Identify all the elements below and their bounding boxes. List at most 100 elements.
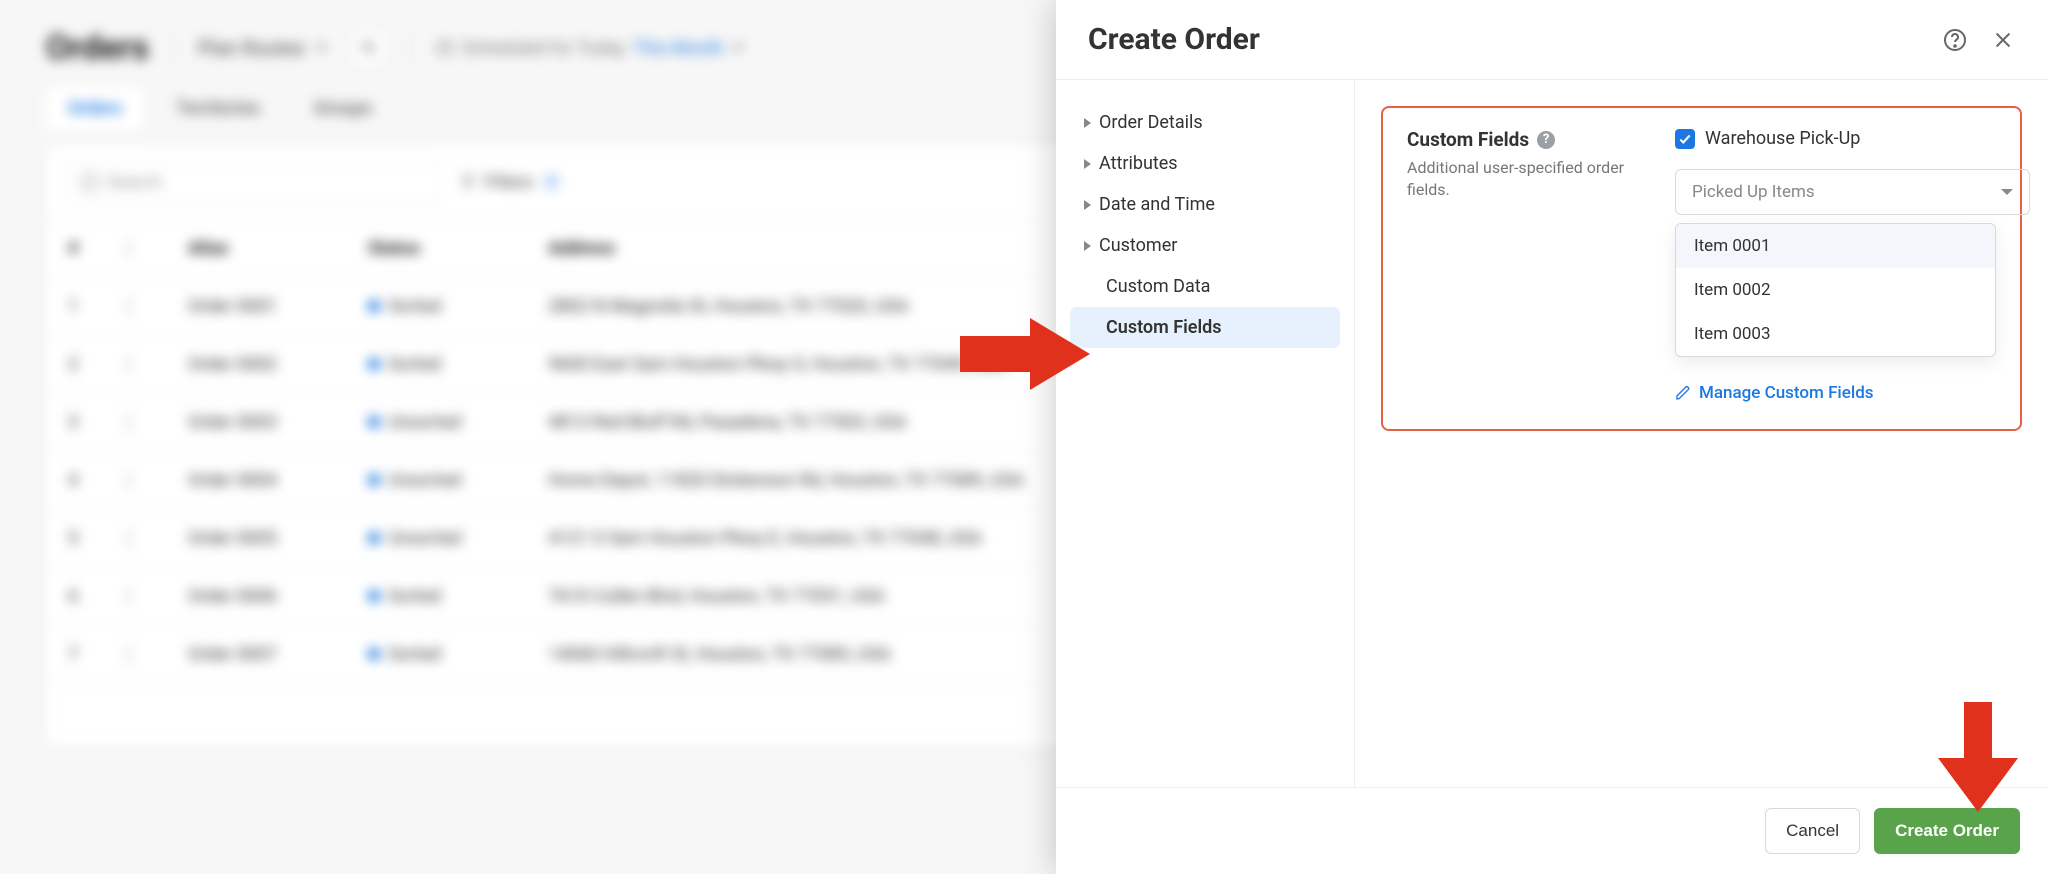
plan-routes-label: Plan Routes [198, 36, 305, 60]
row-address: 4121 S Sam Houston Pkwy E, Houston, TX 7… [548, 528, 1068, 549]
tab-groups[interactable]: Groups [292, 86, 394, 131]
search-input[interactable]: Search [66, 161, 442, 203]
search-placeholder: Search [107, 172, 162, 193]
nav-custom-fields[interactable]: Custom Fields [1070, 307, 1340, 348]
section-description: Additional user-specified order fields. [1407, 157, 1647, 200]
status-dot-icon [368, 474, 380, 486]
row-alias: Order 0004 [188, 470, 368, 491]
custom-fields-section: Custom Fields ? Additional user-specifie… [1381, 106, 2022, 431]
chevron-down-icon [732, 45, 744, 51]
row-status: Sorted [388, 586, 441, 607]
filters-button[interactable]: Filters 0 [460, 172, 561, 193]
row-address: 14060 Hillcroft St, Houston, TX 77085, U… [548, 644, 1068, 665]
col-num: # [68, 238, 128, 259]
tab-orders[interactable]: Orders [46, 86, 144, 131]
row-address: Home Depot, 11820 Dickenson Rd, Houston,… [548, 470, 1068, 491]
status-dot-icon [368, 648, 380, 660]
row-status: Sorted [388, 644, 441, 665]
row-status: Unsorted [388, 528, 461, 549]
panel-content: Custom Fields ? Additional user-specifie… [1355, 80, 2048, 787]
cancel-button[interactable]: Cancel [1765, 808, 1860, 854]
nav-custom-data[interactable]: Custom Data [1070, 266, 1340, 307]
nav-label: Date and Time [1099, 194, 1215, 215]
select-placeholder: Picked Up Items [1692, 182, 1815, 202]
row-alias: Order 0006 [188, 586, 368, 607]
manage-custom-fields-link[interactable]: Manage Custom Fields [1675, 383, 1996, 403]
manage-link-label: Manage Custom Fields [1699, 383, 1874, 403]
row-alias: Order 0002 [188, 354, 368, 375]
status-dot-icon [368, 358, 380, 370]
create-order-button[interactable]: Create Order [1874, 808, 2020, 854]
nav-customer[interactable]: Customer [1070, 225, 1340, 266]
nav-attributes[interactable]: Attributes [1070, 143, 1340, 184]
row-address: 7610 Cullen Blvd, Houston, TX 77051, USA [548, 586, 1068, 607]
info-icon[interactable]: ? [1537, 131, 1555, 149]
select-all-checkbox[interactable] [128, 237, 130, 260]
nav-label: Attributes [1099, 153, 1178, 174]
row-address: 2802 N Magnolia St, Houston, TX 77020, U… [548, 296, 1068, 317]
picked-up-items-dropdown: Item 0001 Item 0002 Item 0003 [1675, 223, 1996, 357]
search-button[interactable] [351, 30, 387, 66]
scheduled-label: Scheduled for Today [462, 38, 625, 59]
panel-nav: Order Details Attributes Date and Time C… [1056, 80, 1355, 787]
row-number: 3 [68, 412, 128, 433]
status-dot-icon [368, 300, 380, 312]
nav-label: Order Details [1099, 112, 1203, 133]
row-number: 7 [68, 644, 128, 665]
panel-footer: Cancel Create Order [1056, 787, 2048, 874]
row-alias: Order 0001 [188, 296, 368, 317]
nav-label: Customer [1099, 235, 1177, 256]
filters-count-badge: 0 [542, 173, 562, 191]
dropdown-item[interactable]: Item 0001 [1676, 224, 1995, 268]
row-alias: Order 0005 [188, 528, 368, 549]
row-number: 2 [68, 354, 128, 375]
row-status: Unsorted [388, 412, 461, 433]
row-number: 1 [68, 296, 128, 317]
col-alias: Alias [188, 238, 368, 259]
status-dot-icon [368, 590, 380, 602]
chevron-right-icon [1084, 118, 1091, 128]
chevron-down-icon [2001, 189, 2013, 195]
row-checkbox[interactable] [128, 411, 130, 434]
panel-header: Create Order [1056, 0, 2048, 80]
picked-up-items-select[interactable]: Picked Up Items [1675, 169, 2030, 215]
nav-label: Custom Fields [1106, 317, 1222, 338]
row-checkbox[interactable] [128, 585, 130, 608]
dropdown-item[interactable]: Item 0002 [1676, 268, 1995, 312]
row-number: 4 [68, 470, 128, 491]
section-title: Custom Fields [1407, 128, 1529, 151]
row-alias: Order 0007 [188, 644, 368, 665]
nav-order-details[interactable]: Order Details [1070, 102, 1340, 143]
create-order-panel: Create Order Order Details Attributes Da… [1056, 0, 2048, 874]
row-status: Sorted [388, 354, 441, 375]
warehouse-pickup-checkbox[interactable] [1675, 129, 1695, 149]
row-checkbox[interactable] [128, 353, 130, 376]
row-checkbox[interactable] [128, 295, 130, 318]
chevron-right-icon [1084, 241, 1091, 251]
col-status: Status [368, 238, 548, 259]
chevron-down-icon [315, 45, 327, 51]
nav-date-time[interactable]: Date and Time [1070, 184, 1340, 225]
row-alias: Order 0003 [188, 412, 368, 433]
row-checkbox[interactable] [128, 469, 130, 492]
help-icon[interactable] [1942, 27, 1968, 53]
row-number: 6 [68, 586, 128, 607]
plan-routes-button[interactable]: Plan Routes [198, 36, 327, 60]
warehouse-pickup-label: Warehouse Pick-Up [1705, 128, 1860, 149]
chevron-right-icon [1084, 159, 1091, 169]
col-address: Address [548, 238, 1068, 259]
status-dot-icon [368, 416, 380, 428]
panel-title: Create Order [1088, 22, 1260, 57]
scheduled-period-link[interactable]: This Month [633, 38, 724, 59]
page-title: Orders [46, 28, 149, 68]
row-number: 5 [68, 528, 128, 549]
row-checkbox[interactable] [128, 643, 130, 666]
dropdown-item[interactable]: Item 0003 [1676, 312, 1995, 356]
status-dot-icon [368, 532, 380, 544]
nav-label: Custom Data [1106, 276, 1210, 297]
row-checkbox[interactable] [128, 527, 130, 550]
tab-territories[interactable]: Territories [154, 86, 282, 131]
close-icon[interactable] [1990, 27, 2016, 53]
row-status: Unsorted [388, 470, 461, 491]
row-address: 9600 East Sam Houston Pkwy S, Houston, T… [548, 354, 1068, 375]
